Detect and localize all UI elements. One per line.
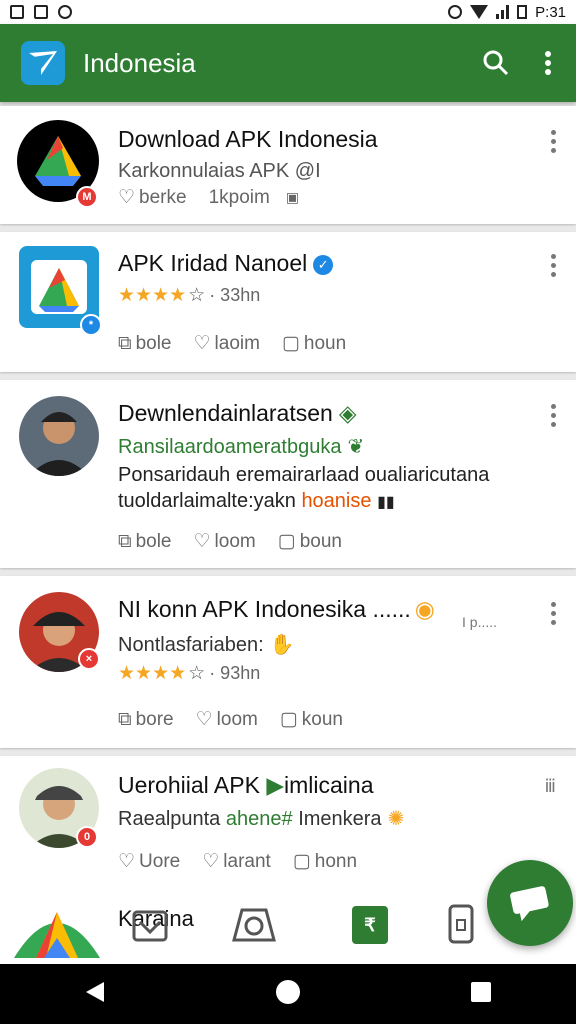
share-icon: ⧉: [118, 530, 132, 552]
search-icon[interactable]: [476, 43, 516, 83]
like-button[interactable]: ♡ laoim: [194, 332, 260, 355]
hand-icon: ✋: [269, 634, 295, 656]
share-button[interactable]: ⧉ bole: [118, 332, 172, 355]
rating-stars: ★★★★ ☆ · 93hn: [118, 663, 261, 684]
heart-icon: ♡: [195, 709, 213, 730]
back-icon[interactable]: [84, 980, 106, 1009]
status-time: P:31: [535, 3, 566, 21]
heart-icon: ♡: [193, 333, 211, 354]
emoji-icon: ✺: [387, 808, 405, 830]
chat-icon: [510, 886, 549, 921]
like-button[interactable]: ♡ berke: [118, 186, 187, 209]
post-title[interactable]: NI konn APK Indonesika ...... ◉: [118, 596, 435, 623]
app-bar: Indonesia: [0, 24, 576, 102]
heart-icon: ♡: [202, 851, 220, 872]
more-vert-icon[interactable]: [528, 43, 568, 83]
comment-icon: ▢: [281, 333, 300, 354]
recents-icon[interactable]: [470, 981, 492, 1008]
compose-fab[interactable]: [487, 860, 573, 946]
signal-icon: [496, 5, 510, 19]
like-button[interactable]: ♡ Uore: [118, 850, 180, 873]
share-button[interactable]: ⧉ bole: [118, 530, 172, 553]
sync-icon: [448, 5, 463, 19]
heart-icon: ♡: [118, 851, 136, 872]
nav-item-active[interactable]: ₹: [352, 906, 388, 944]
like-button[interactable]: ♡ larant: [202, 850, 271, 873]
emoji-icon: ◉: [414, 596, 435, 622]
notification-icon: [34, 5, 48, 19]
battery-icon: [517, 5, 528, 19]
globe-icon: ◈: [338, 400, 357, 426]
system-nav-bar: [0, 964, 576, 1024]
post-actions: ⧉ bore ♡ loom ▢ koun: [118, 708, 343, 731]
square-icon: ▣: [285, 189, 300, 205]
feed-card[interactable]: * APK Iridad Nanoel ✓ ★★★★ ☆ · 33hn ⧉ bole …: [0, 232, 576, 372]
rating-stars: ★★★★ ☆ · 33hn: [118, 285, 261, 306]
rating-text: · 93hn: [209, 663, 261, 683]
comment-button[interactable]: ▢ boun: [278, 530, 342, 553]
leaf-icon: ❦: [347, 436, 365, 458]
post-subtitle: Raealpunta ahene# Imenkera ✺: [118, 808, 405, 830]
status-badge: M: [76, 186, 98, 208]
comment-icon: ▢: [277, 531, 296, 552]
more-vert-icon[interactable]: [550, 130, 556, 153]
phone-icon[interactable]: [448, 904, 474, 949]
share-button[interactable]: ⧉ bore: [118, 708, 174, 731]
home-icon[interactable]: [275, 979, 301, 1010]
post-title[interactable]: Dewnlendainlaratsen ◈: [118, 400, 357, 427]
post-subtitle: Karkonnulaias APK @I: [118, 160, 321, 182]
verified-icon: ✓: [313, 254, 334, 275]
comment-icon: ▢: [292, 851, 311, 872]
feed-card[interactable]: Dewnlendainlaratsen ◈ Ransilaardoameratbg…: [0, 380, 576, 568]
avatar: [19, 396, 99, 476]
more-vert-icon[interactable]: [550, 254, 556, 277]
comment-button[interactable]: ▢ koun: [280, 708, 343, 731]
status-bar: P:31: [0, 0, 576, 24]
post-title[interactable]: Uerohiial APK ▶imlicaina: [118, 772, 374, 799]
more-vert-icon[interactable]: [550, 404, 556, 427]
post-title[interactable]: APK Iridad Nanoel ✓: [118, 250, 334, 277]
like-button[interactable]: ♡ loom: [194, 530, 256, 553]
post-actions: ⧉ bole ♡ loom ▢ boun: [118, 530, 342, 553]
feed-card[interactable]: M Download APK Indonesia Karkonnulaias A…: [0, 106, 576, 224]
notification-icon: [58, 5, 72, 19]
gallery-icon: ▮▮: [377, 494, 395, 511]
share-icon: ⧉: [118, 332, 132, 354]
post-actions: ♡ berke 1kpoim ▣: [118, 186, 299, 209]
post-body: tuoldarlaimalte:yakn hoanise ▮▮: [118, 490, 395, 512]
app-title: Indonesia: [83, 47, 196, 78]
inbox-icon[interactable]: [132, 908, 168, 949]
post-body: Ponsaridauh eremairarlaad oualiaricutana: [118, 464, 490, 486]
wifi-icon: [470, 5, 489, 19]
camera-icon[interactable]: [230, 904, 278, 949]
status-badge: *: [80, 314, 102, 336]
feed-card[interactable]: × NI konn APK Indonesika ...... ◉ I p....…: [0, 576, 576, 748]
views-count: 1kpoim ▣: [208, 186, 300, 208]
status-badge: 0: [76, 826, 98, 848]
like-button[interactable]: ♡ loom: [196, 708, 258, 731]
heart-icon: ♡: [193, 531, 211, 552]
nav-item-home[interactable]: [14, 898, 100, 958]
notification-icon: [10, 5, 24, 19]
share-icon: ⧉: [118, 708, 132, 730]
feed-card[interactable]: 0 Uerohiial APK ▶imlicaina ⅲ Raealpunta …: [0, 756, 576, 886]
comment-button[interactable]: ▢ honn: [293, 850, 357, 873]
status-badge: ×: [78, 648, 100, 670]
rating-text: · 33hn: [209, 285, 261, 305]
post-trailing: I p.....: [462, 614, 498, 630]
post-title[interactable]: Download APK Indonesia: [118, 126, 378, 153]
post-subtitle: Ransilaardoameratbguka ❦: [118, 436, 365, 458]
comment-button[interactable]: ▢ houn: [282, 332, 346, 355]
post-actions: ♡ Uore ♡ larant ▢ honn: [118, 850, 357, 873]
post-subtitle: Nontlasfariaben: ✋: [118, 634, 295, 656]
comment-icon: ▢: [279, 709, 298, 730]
post-actions: ⧉ bole ♡ laoim ▢ houn: [118, 332, 346, 355]
play-icon: ▶: [266, 772, 285, 798]
app-logo[interactable]: [21, 41, 65, 85]
more-vert-icon[interactable]: [550, 602, 556, 625]
heart-icon: ♡: [118, 187, 136, 208]
menu-icon[interactable]: ⅲ: [545, 776, 556, 797]
